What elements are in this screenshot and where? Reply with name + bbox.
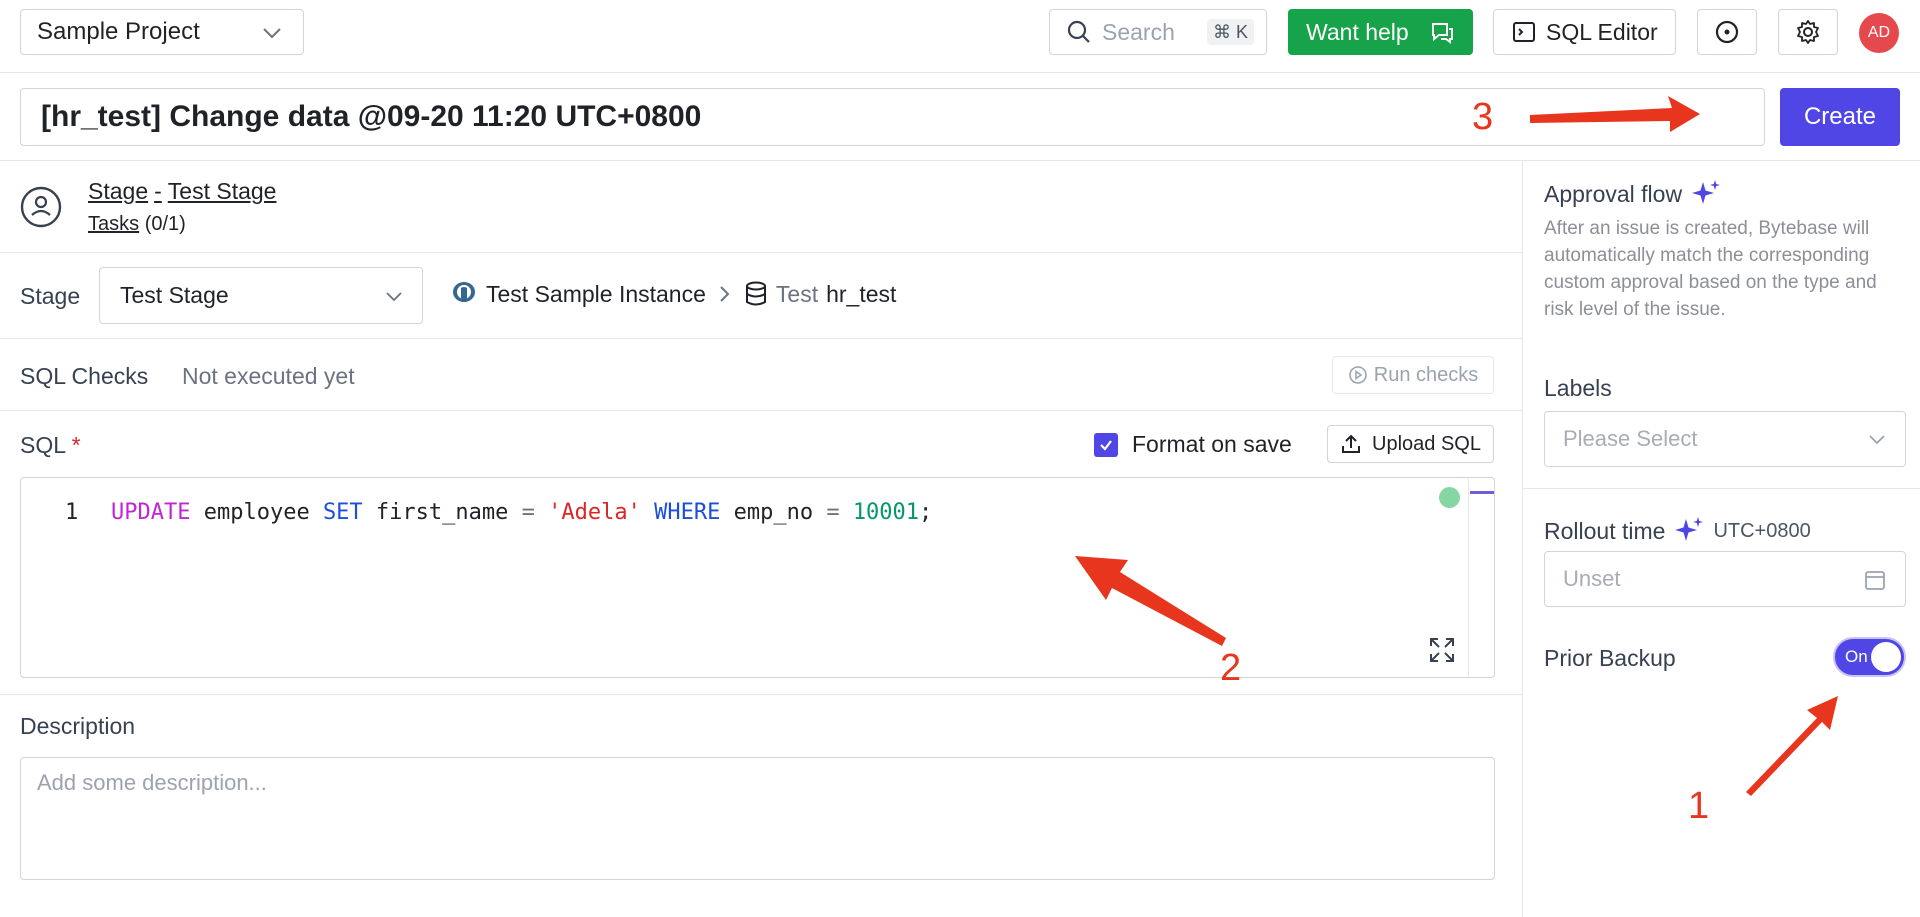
annotation-arrow-3 xyxy=(1530,96,1700,132)
annotation-number-1: 1 xyxy=(1688,785,1710,827)
annotation-number-2: 2 xyxy=(1220,647,1242,689)
annotation-arrow-1 xyxy=(1746,696,1838,796)
annotation-arrow-2 xyxy=(1075,556,1226,646)
annotation-number-3: 3 xyxy=(1472,96,1494,138)
annotation-arrows xyxy=(1075,96,1838,796)
